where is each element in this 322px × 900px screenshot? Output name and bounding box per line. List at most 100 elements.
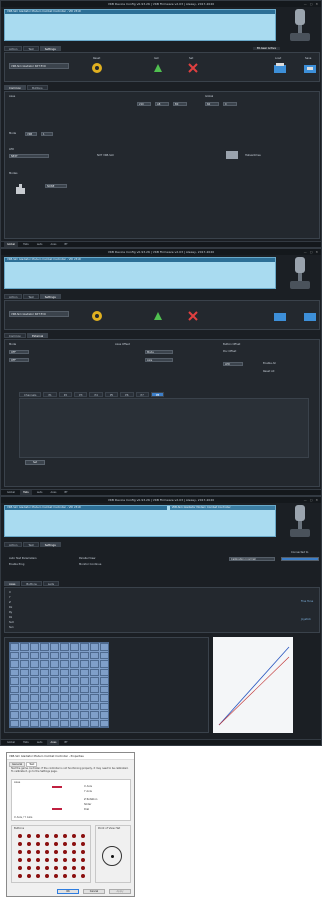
global-field-a[interactable]: 60 — [205, 102, 219, 106]
footer-tab-bt[interactable]: BT — [61, 490, 70, 495]
button-indicator — [27, 834, 31, 838]
device-row[interactable]: VKB-Sim Gladiator Modern Combat Controll… — [5, 258, 275, 262]
grid-cell — [10, 660, 19, 668]
device-row[interactable]: VKB-Sim Gladiator Modern Combat Controll… — [5, 506, 167, 510]
tab-action[interactable]: Action — [4, 294, 23, 299]
channel-tab-p1[interactable]: P1 — [43, 392, 57, 397]
tab-test[interactable]: Test — [23, 46, 39, 51]
footer-tab-leds[interactable]: Leds — [34, 740, 46, 745]
button-indicator — [72, 850, 76, 854]
led-select-b[interactable]: Axis — [145, 358, 173, 362]
footer-tab-axes[interactable]: Axes — [47, 490, 59, 495]
grid-cell — [100, 719, 109, 727]
axes-field-b[interactable]: A8 — [155, 102, 169, 106]
save-icon[interactable] — [303, 310, 317, 322]
footer-tab-axes[interactable]: Axes — [47, 740, 60, 745]
footer-tab-hats[interactable]: Hats — [19, 490, 32, 495]
footer-tab-bt[interactable]: BT — [61, 242, 70, 247]
grid-cell — [90, 643, 99, 651]
footer-tab-hats[interactable]: Hats — [20, 740, 32, 745]
bitmask-label: NXT VKB-Sim — [97, 154, 115, 157]
tab-settings[interactable]: Settings — [39, 542, 61, 547]
channel-tab-p7[interactable]: P7 — [135, 392, 149, 397]
ok-button[interactable]: OK — [57, 889, 79, 894]
tab-test[interactable]: Test — [23, 294, 39, 299]
device-row[interactable]: VKB-Sim Gladiator Modern Combat Controll… — [5, 10, 275, 14]
main-field-a[interactable]: VKB — [25, 132, 37, 136]
led-select-a[interactable]: Mode — [145, 350, 173, 354]
brake-select[interactable]: NONE — [45, 184, 67, 188]
subtab-common[interactable]: Common — [4, 85, 27, 90]
axes-field-c[interactable]: B0 — [173, 102, 187, 106]
tab-action[interactable]: Action — [4, 46, 23, 51]
footer-tab-leds[interactable]: Leds — [34, 242, 46, 247]
cancel-button[interactable]: Cancel — [83, 889, 105, 894]
set-icon[interactable] — [187, 310, 199, 322]
tab-action[interactable]: Action — [4, 542, 23, 547]
shift-select-a[interactable]: OFF — [9, 350, 29, 354]
channel-set-button[interactable]: Set — [25, 460, 45, 465]
footer-tab-hats[interactable]: Hats — [20, 242, 32, 247]
settings-panel: Axes 210 A8 B0 Global 60 0 Mode VKB 1 LE… — [4, 91, 320, 239]
channel-tab-p3[interactable]: P3 — [74, 392, 88, 397]
reset-icon[interactable] — [91, 310, 103, 322]
subtab-buttons[interactable]: Buttons — [21, 581, 42, 586]
save-icon[interactable] — [303, 62, 317, 74]
dialog-title: VKB-Sim Gladiator Modern Combat Controll… — [7, 753, 134, 760]
device-banner[interactable]: VKB-Sim Gladiator Modern Combat Controll… — [4, 257, 276, 289]
subtab-buttons[interactable]: Buttons — [27, 85, 48, 90]
shift-select-b[interactable]: OFF — [9, 358, 29, 362]
enable-prog-checkbox[interactable]: Enable Prog — [9, 563, 24, 566]
subtab-axes[interactable]: Axes — [4, 581, 21, 586]
subtab-external[interactable]: External — [27, 333, 49, 338]
button-indicator — [36, 866, 40, 870]
grid-cell — [20, 711, 29, 719]
monitor-checkbox[interactable]: Monitor Continue — [79, 563, 101, 566]
reset-icon[interactable] — [91, 62, 103, 74]
device-select[interactable]: VKB-Sim Gladiator NXT EVO — [9, 311, 69, 317]
grid-cell — [80, 660, 89, 668]
channel-tab-p6[interactable]: P6 — [120, 392, 134, 397]
tab-test[interactable]: Test — [23, 542, 39, 547]
global-field-b[interactable]: 0 — [223, 102, 237, 106]
grid-cell — [50, 719, 59, 727]
grid-cell — [90, 660, 99, 668]
button-indicator — [63, 858, 67, 862]
grid-cell — [50, 677, 59, 685]
footer-tab-global[interactable]: Global — [4, 242, 18, 247]
channel-tab-p4[interactable]: P4 — [89, 392, 103, 397]
device-banner[interactable]: VKB-Sim Gladiator Modern Combat Controll… — [4, 505, 276, 537]
led-select[interactable]: NEXT — [9, 154, 49, 158]
get-icon[interactable] — [152, 310, 164, 322]
get-icon[interactable] — [152, 62, 164, 74]
enable-field[interactable]: LED — [223, 362, 243, 366]
connected-device[interactable] — [281, 557, 319, 561]
device-row-right[interactable]: VKB-Sim Gladiator Modern Combat Controll… — [169, 506, 275, 510]
apply-button[interactable]: Apply — [109, 889, 131, 894]
channel-tab-p2[interactable]: P2 — [58, 392, 73, 397]
footer-tab-global[interactable]: Global — [4, 490, 18, 495]
tab-settings[interactable]: Settings — [39, 294, 61, 299]
axes-field-a[interactable]: 210 — [137, 102, 151, 106]
grid-cell — [30, 660, 39, 668]
load-icon[interactable] — [273, 310, 287, 322]
device-select[interactable]: VKB-Sim Gladiator NXT EVO — [9, 63, 69, 69]
subtab-leds[interactable]: Leds — [42, 581, 60, 586]
button-indicator — [45, 850, 49, 854]
footer-tab-leds[interactable]: Leds — [34, 490, 46, 495]
subtab-common[interactable]: Common — [4, 333, 27, 338]
auto-test-checkbox[interactable]: Auto Test Parameters — [9, 557, 37, 560]
main-field-b[interactable]: 1 — [41, 132, 53, 136]
channel-tab-p8[interactable]: P8 — [150, 392, 165, 397]
load-icon[interactable] — [273, 62, 287, 74]
footer-tab-axes[interactable]: Axes — [47, 242, 59, 247]
footer-tab-global[interactable]: Global — [4, 740, 18, 745]
channel-tab-p5[interactable]: P5 — [104, 392, 119, 397]
parallel-view-checkbox[interactable]: Parallel View — [79, 557, 95, 560]
calibrate-select[interactable]: Calibration (normal) — [229, 557, 275, 561]
set-icon[interactable] — [187, 62, 199, 74]
footer-tab-bt[interactable]: BT — [61, 740, 70, 745]
button-grid — [9, 642, 109, 728]
tab-settings[interactable]: Settings — [39, 46, 61, 51]
device-banner[interactable]: VKB-Sim Gladiator Modern Combat Controll… — [4, 9, 276, 41]
